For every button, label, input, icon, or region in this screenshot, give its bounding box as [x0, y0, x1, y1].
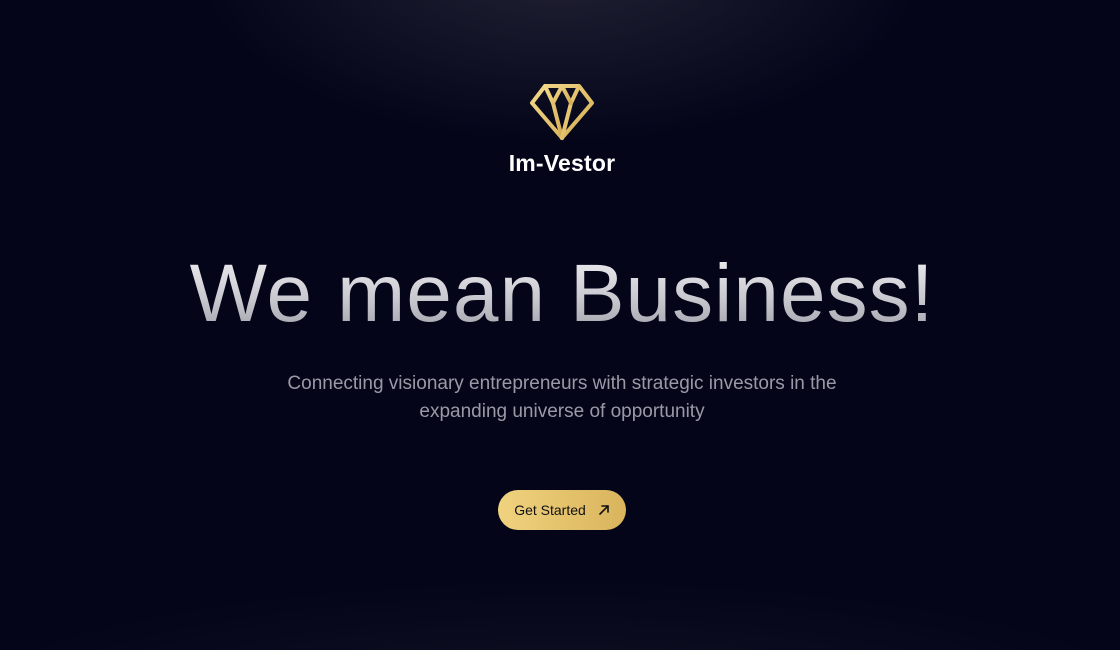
get-started-button[interactable]: Get Started: [498, 490, 626, 530]
hero-subtitle: Connecting visionary entrepreneurs with …: [262, 370, 862, 426]
hero-subtitle-line-1: Connecting visionary entrepreneurs with …: [287, 373, 837, 394]
hero-subtitle-line-2: expanding universe of opportunity: [419, 401, 705, 422]
hero-headline: We mean Business!: [0, 248, 1120, 340]
arrow-up-right-icon: [598, 504, 610, 516]
hero-section: Im-Vestor We mean Business! Connecting v…: [0, 0, 1120, 650]
get-started-label: Get Started: [514, 502, 586, 518]
brand-name: Im-Vestor: [508, 150, 616, 176]
diamond-icon: [529, 83, 595, 143]
